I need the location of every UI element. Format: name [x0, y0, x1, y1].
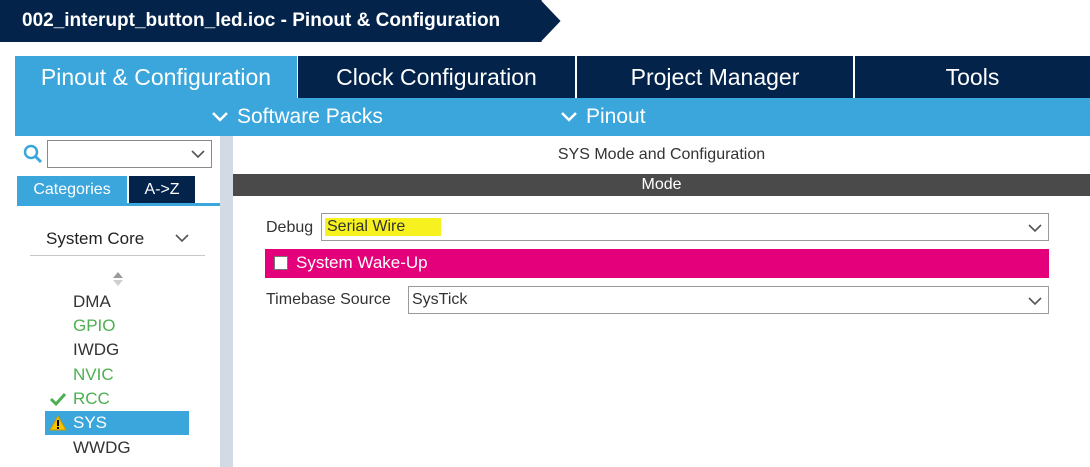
window-title: 002_interupt_button_led.ioc - Pinout & C… — [22, 10, 501, 31]
sort-icon[interactable] — [111, 270, 125, 288]
title-bar: 002_interupt_button_led.ioc - Pinout & C… — [0, 0, 1090, 48]
chevron-down-icon — [1028, 224, 1042, 233]
peripheral-label: DMA — [73, 292, 111, 311]
peripheral-sys[interactable]: SYS — [45, 411, 189, 435]
pinout-label: Pinout — [586, 105, 646, 128]
category-group-label: System Core — [46, 229, 145, 248]
software-packs-menu[interactable]: Software Packs — [211, 98, 383, 136]
tab-pinout-configuration[interactable]: Pinout & Configuration — [15, 56, 297, 98]
debug-label: Debug — [266, 219, 314, 236]
peripheral-dma[interactable]: DMA — [45, 290, 189, 314]
mode-section-header: Mode — [233, 174, 1090, 196]
pinout-menu[interactable]: Pinout — [560, 98, 646, 136]
app-window: 002_interupt_button_led.ioc - Pinout & C… — [0, 0, 1090, 467]
chevron-down-icon[interactable] — [191, 148, 205, 160]
timebase-source-value: SysTick — [412, 291, 468, 308]
peripheral-label: RCC — [73, 389, 110, 408]
tab-categories[interactable]: Categories — [17, 176, 127, 203]
sub-menu-bar: Software Packs Pinout — [15, 98, 1090, 136]
debug-value: Serial Wire — [325, 218, 442, 236]
category-group-system-core[interactable]: System Core — [30, 222, 205, 256]
peripheral-rcc[interactable]: RCC — [45, 387, 189, 411]
categories-panel: Categories A->Z System Core DMA GPIO IWD… — [15, 136, 220, 467]
panel-title: SYS Mode and Configuration — [557, 146, 766, 163]
chevron-down-icon — [1028, 297, 1042, 306]
system-wakeup-checkbox[interactable] — [274, 256, 288, 270]
debug-select[interactable]: Serial Wire — [321, 213, 1049, 241]
chevron-down-icon — [212, 112, 228, 122]
peripheral-label: GPIO — [73, 316, 116, 335]
mode-configuration-panel: SYS Mode and Configuration Mode Debug Se… — [233, 136, 1090, 467]
peripheral-label: NVIC — [73, 365, 114, 384]
warning-icon — [49, 415, 67, 431]
tab-clock-configuration[interactable]: Clock Configuration — [298, 56, 575, 98]
timebase-source-label: Timebase Source — [266, 291, 391, 308]
timebase-source-select[interactable]: SysTick — [408, 286, 1049, 314]
tab-a-to-z[interactable]: A->Z — [129, 176, 195, 203]
category-tabs: Categories A->Z — [17, 176, 220, 206]
main-tabs: Pinout & Configuration Clock Configurati… — [0, 56, 1090, 98]
search-input[interactable] — [47, 140, 212, 168]
peripheral-gpio[interactable]: GPIO — [45, 314, 189, 338]
tab-tools[interactable]: Tools — [855, 56, 1090, 98]
peripheral-label: SYS — [73, 413, 108, 432]
check-icon — [49, 392, 67, 407]
software-packs-label: Software Packs — [237, 105, 383, 128]
peripheral-label: IWDG — [73, 340, 120, 359]
search-icon — [23, 144, 43, 164]
peripheral-iwdg[interactable]: IWDG — [45, 338, 189, 362]
system-wakeup-label: System Wake-Up — [296, 253, 428, 272]
peripheral-wwdg[interactable]: WWDG — [45, 436, 189, 460]
system-wakeup-row[interactable]: System Wake-Up — [265, 249, 1049, 278]
chevron-down-icon — [175, 234, 189, 243]
tab-project-manager[interactable]: Project Manager — [577, 56, 853, 98]
peripheral-nvic[interactable]: NVIC — [45, 363, 189, 387]
panel-splitter[interactable] — [220, 136, 233, 467]
chevron-down-icon — [561, 112, 577, 122]
peripheral-label: WWDG — [73, 438, 131, 457]
